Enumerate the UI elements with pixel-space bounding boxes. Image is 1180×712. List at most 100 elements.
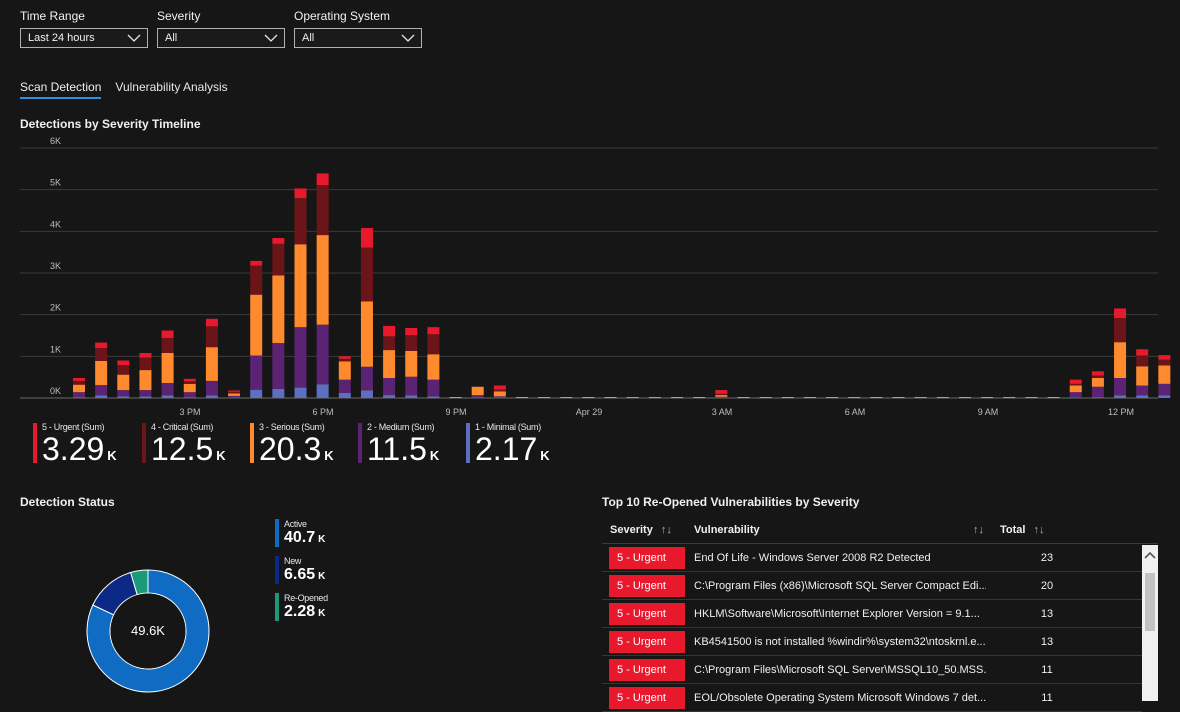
timeline-bar-segment[interactable] xyxy=(671,397,684,398)
table-scrollbar[interactable] xyxy=(1142,545,1158,701)
severity-dropdown[interactable]: All xyxy=(157,28,285,48)
column-total[interactable]: Total ↑↓ xyxy=(984,524,1080,536)
time-range-dropdown[interactable]: Last 24 hours xyxy=(20,28,148,48)
timeline-bar-segment[interactable] xyxy=(272,243,285,276)
timeline-bar-segment[interactable] xyxy=(250,389,263,398)
timeline-bar-segment[interactable] xyxy=(250,265,263,295)
timeline-bar-segment[interactable] xyxy=(1158,355,1171,360)
timeline-bar-segment[interactable] xyxy=(471,386,484,396)
timeline-bar-segment[interactable] xyxy=(737,397,750,398)
table-row[interactable]: 5 - Urgent EOL/Obsolete Operating System… xyxy=(602,684,1142,712)
timeline-bar-segment[interactable] xyxy=(759,397,772,398)
timeline-bar-segment[interactable] xyxy=(73,380,85,385)
timeline-bar-segment[interactable] xyxy=(205,318,218,327)
timeline-bar-segment[interactable] xyxy=(183,378,196,382)
column-severity[interactable]: Severity ↑↓ xyxy=(602,524,694,536)
timeline-bar-segment[interactable] xyxy=(914,397,927,398)
timeline-bar-segment[interactable] xyxy=(1047,397,1060,398)
timeline-bar-segment[interactable] xyxy=(715,393,728,396)
timeline-bar-segment[interactable] xyxy=(360,247,373,302)
timeline-bar-segment[interactable] xyxy=(205,326,218,348)
timeline-bar-segment[interactable] xyxy=(405,335,418,351)
timeline-bar-segment[interactable] xyxy=(1091,386,1104,398)
timeline-bar-segment[interactable] xyxy=(294,244,307,328)
timeline-bar-segment[interactable] xyxy=(1069,385,1082,393)
timeline-bar-segment[interactable] xyxy=(1158,383,1171,396)
timeline-bar-segment[interactable] xyxy=(73,378,85,381)
timeline-bar-segment[interactable] xyxy=(161,353,174,383)
timeline-bar-segment[interactable] xyxy=(250,355,263,390)
timeline-bar-segment[interactable] xyxy=(826,397,839,398)
timeline-bar-segment[interactable] xyxy=(516,397,528,398)
timeline-bar-segment[interactable] xyxy=(1091,397,1104,398)
timeline-bar-segment[interactable] xyxy=(427,379,440,397)
timeline-bar-segment[interactable] xyxy=(405,350,418,377)
timeline-bar-segment[interactable] xyxy=(604,397,617,398)
timeline-bar-segment[interactable] xyxy=(1114,395,1127,399)
timeline-bar-segment[interactable] xyxy=(1114,378,1127,396)
timeline-bar-segment[interactable] xyxy=(161,395,174,399)
timeline-bar-segment[interactable] xyxy=(294,327,307,388)
timeline-bar-segment[interactable] xyxy=(73,384,85,393)
timeline-bar-segment[interactable] xyxy=(272,388,285,398)
timeline-bar-segment[interactable] xyxy=(95,395,108,399)
timeline-bar-segment[interactable] xyxy=(228,395,241,398)
tab-scan-detection[interactable]: Scan Detection xyxy=(20,80,102,99)
timeline-bar-segment[interactable] xyxy=(139,357,152,371)
timeline-bar-segment[interactable] xyxy=(272,343,285,389)
sort-icon[interactable]: ↑↓ xyxy=(1033,524,1044,536)
timeline-bar-segment[interactable] xyxy=(183,397,196,398)
timeline-bar-segment[interactable] xyxy=(250,294,263,356)
timeline-bar-segment[interactable] xyxy=(294,198,307,245)
timeline-bar-segment[interactable] xyxy=(338,356,351,359)
table-row[interactable]: 5 - Urgent C:\Program Files\Microsoft SQ… xyxy=(602,656,1142,684)
timeline-bar-segment[interactable] xyxy=(316,185,329,236)
timeline-bar-segment[interactable] xyxy=(316,324,329,385)
timeline-bar-segment[interactable] xyxy=(1136,349,1149,356)
timeline-bar-segment[interactable] xyxy=(1069,392,1082,398)
timeline-bar-segment[interactable] xyxy=(715,390,728,394)
timeline-bar-segment[interactable] xyxy=(161,330,174,339)
table-row[interactable]: 5 - Urgent HKLM\Software\Microsoft\Inter… xyxy=(602,600,1142,628)
timeline-bar-segment[interactable] xyxy=(1091,371,1104,376)
timeline-bar-segment[interactable] xyxy=(360,366,373,391)
timeline-bar-segment[interactable] xyxy=(715,395,728,397)
timeline-bar-segment[interactable] xyxy=(139,370,152,391)
timeline-bar-segment[interactable] xyxy=(338,358,351,362)
timeline-bar-segment[interactable] xyxy=(294,387,307,398)
timeline-bar-segment[interactable] xyxy=(1069,379,1082,384)
timeline-bar-segment[interactable] xyxy=(183,392,196,398)
scroll-thumb[interactable] xyxy=(1145,573,1155,631)
timeline-bar-segment[interactable] xyxy=(870,397,883,398)
timeline-bar-segment[interactable] xyxy=(1114,318,1127,343)
timeline-bar-segment[interactable] xyxy=(493,396,506,398)
timeline-bar-segment[interactable] xyxy=(1069,397,1082,399)
timeline-bar-segment[interactable] xyxy=(272,238,285,244)
timeline-bar-segment[interactable] xyxy=(139,390,152,397)
tab-vulnerability-analysis[interactable]: Vulnerability Analysis xyxy=(115,80,227,99)
timeline-bar-segment[interactable] xyxy=(405,395,418,399)
timeline-bar-segment[interactable] xyxy=(95,342,108,348)
scroll-up-icon[interactable] xyxy=(1144,550,1156,560)
timeline-bar-segment[interactable] xyxy=(626,397,639,398)
timeline-bar-segment[interactable] xyxy=(1003,397,1016,398)
timeline-bar-segment[interactable] xyxy=(1025,397,1038,398)
timeline-bar-segment[interactable] xyxy=(582,397,595,398)
timeline-bar-segment[interactable] xyxy=(338,361,351,380)
sort-icon[interactable]: ↑↓ xyxy=(661,524,672,536)
timeline-bar-segment[interactable] xyxy=(139,396,152,398)
timeline-bar-segment[interactable] xyxy=(405,376,418,396)
timeline-bar-segment[interactable] xyxy=(715,397,728,399)
timeline-bar-segment[interactable] xyxy=(427,327,440,335)
timeline-bar-segment[interactable] xyxy=(803,397,816,398)
sort-icon[interactable]: ↑↓ xyxy=(973,524,984,536)
table-row[interactable]: 5 - Urgent End Of Life - Windows Server … xyxy=(602,544,1142,572)
timeline-bar-segment[interactable] xyxy=(848,397,861,398)
timeline-bar-segment[interactable] xyxy=(936,397,949,398)
timeline-bar-segment[interactable] xyxy=(1114,308,1127,318)
timeline-bar-segment[interactable] xyxy=(1136,366,1149,386)
timeline-bar-segment[interactable] xyxy=(161,338,174,353)
timeline-bar-segment[interactable] xyxy=(95,360,108,386)
timeline-bar-segment[interactable] xyxy=(117,360,130,366)
timeline-bar-segment[interactable] xyxy=(427,334,440,355)
